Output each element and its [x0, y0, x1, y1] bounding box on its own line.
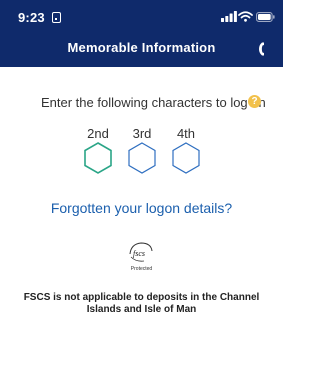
position-label-3rd: 3rd	[132, 126, 152, 141]
page-title: Memorable Information	[67, 40, 216, 55]
character-input-2nd[interactable]	[83, 141, 113, 175]
position-label-4th: 4th	[176, 126, 196, 141]
fscs-protected-caption: Protected	[130, 266, 153, 272]
character-input-3rd[interactable]	[127, 141, 157, 175]
battery-icon	[256, 12, 275, 22]
status-bar: 9:23	[0, 0, 283, 34]
wifi-icon	[238, 11, 253, 22]
id-card-icon	[52, 12, 61, 23]
fscs-notice: FSCS is not applicable to deposits in th…	[23, 292, 260, 315]
phone-icon[interactable]	[256, 41, 268, 57]
instruction-text: Enter the following characters to log on	[41, 95, 266, 110]
character-input-4th[interactable]	[171, 141, 201, 175]
position-label-2nd: 2nd	[87, 126, 109, 141]
forgotten-logon-link[interactable]: Forgotten your logon details?	[0, 200, 283, 216]
question-circle-icon[interactable]: ?	[248, 95, 261, 108]
fscs-logo: fscs	[129, 242, 153, 262]
status-time: 9:23	[18, 10, 45, 25]
app-header: 9:23 Memorable Information	[0, 0, 283, 67]
fscs-logo-text: fscs	[133, 249, 145, 258]
cellular-signal-icon	[221, 11, 237, 22]
instruction-row: Enter the following characters to log on…	[0, 94, 283, 112]
